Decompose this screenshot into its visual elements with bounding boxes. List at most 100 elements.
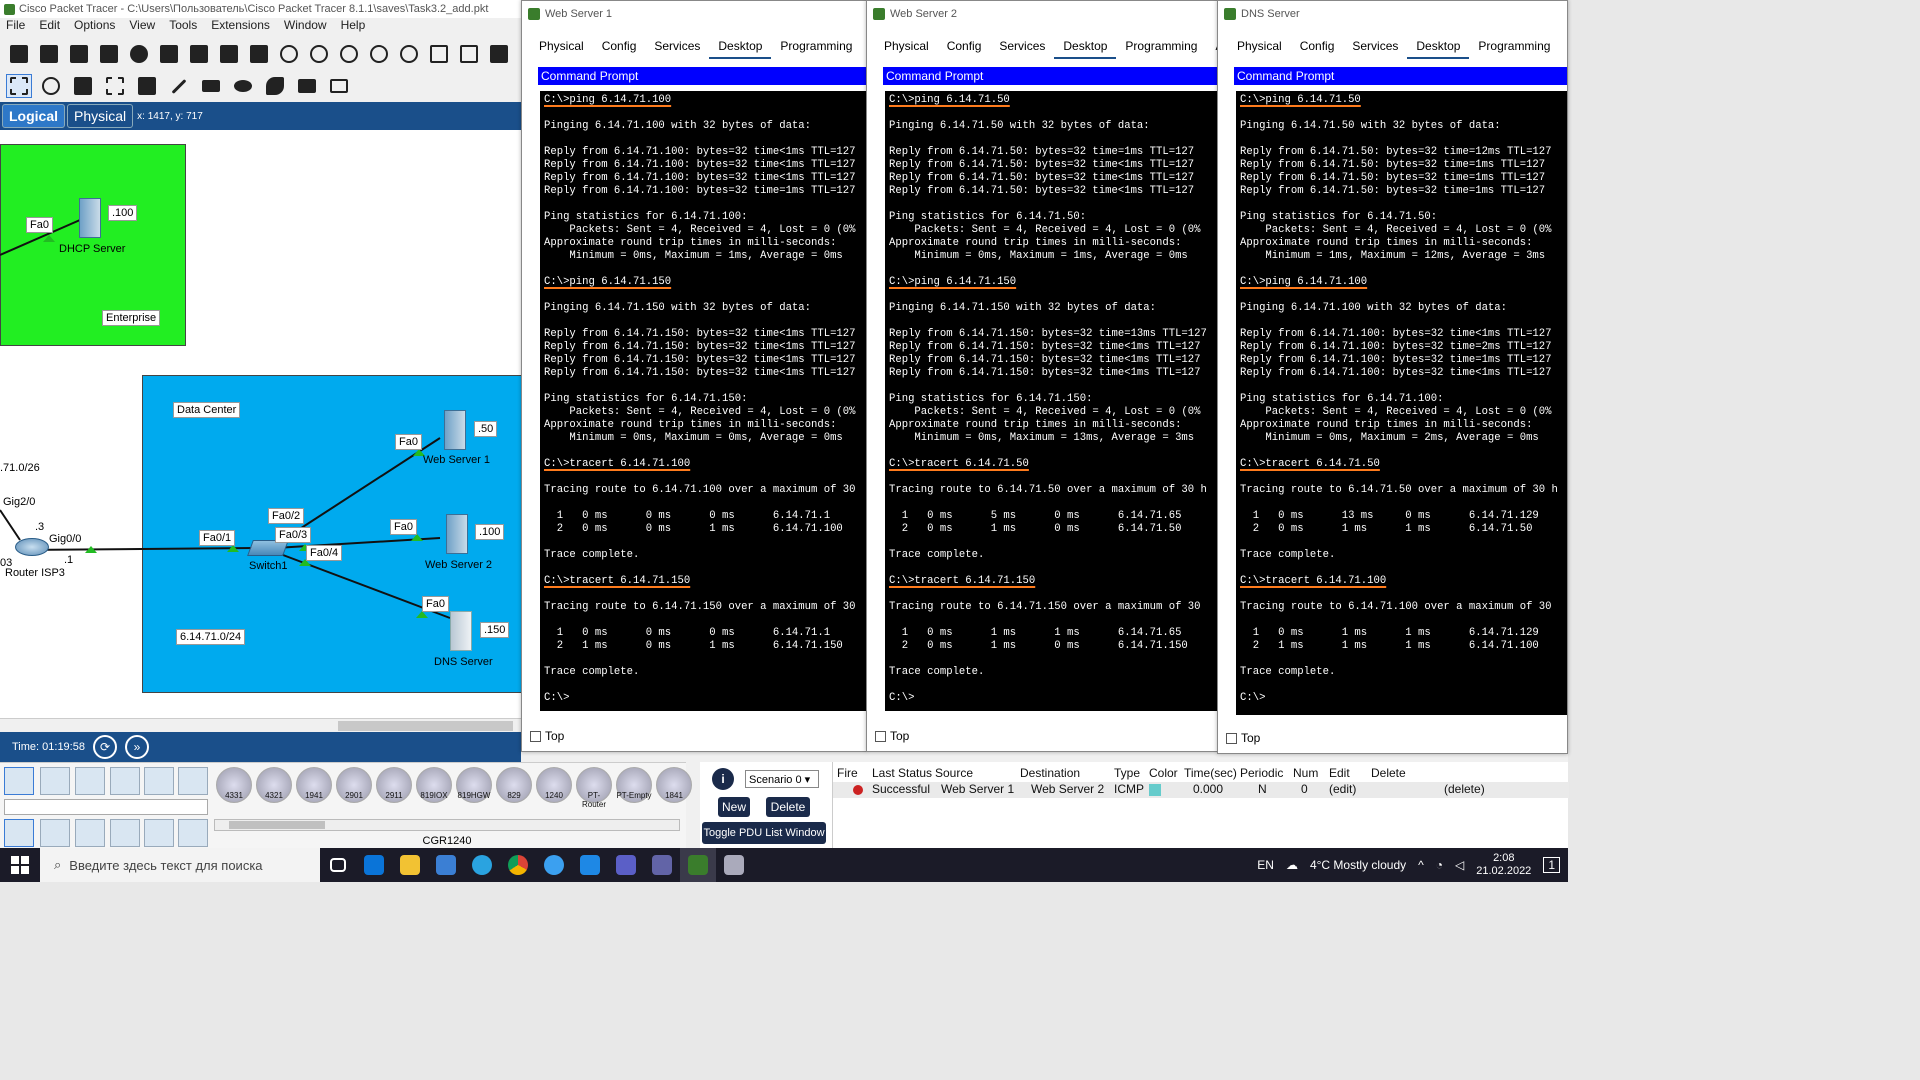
inspect-icon[interactable]	[38, 74, 64, 98]
note-icon[interactable]	[134, 74, 160, 98]
dhcp-server-icon[interactable]	[79, 198, 101, 238]
clock[interactable]: 2:08 21.02.2022	[1476, 852, 1531, 878]
terminal-output[interactable]: C:\>ping 6.14.71.100 Pinging 6.14.71.100 …	[540, 91, 866, 711]
windows-start-icon[interactable]	[0, 848, 40, 882]
scenario-select[interactable]: Scenario 0 ▾	[745, 770, 819, 788]
top-checkbox[interactable]: Top	[875, 729, 909, 743]
terminal-output[interactable]: C:\>ping 6.14.71.50 Pinging 6.14.71.50 wi…	[885, 91, 1217, 711]
task-view-icon[interactable]	[320, 848, 356, 882]
category-end-devices-icon[interactable]	[40, 767, 70, 795]
network-wizard-icon[interactable]	[156, 42, 182, 66]
undo-icon[interactable]	[276, 42, 302, 66]
ellipse-icon[interactable]	[230, 74, 256, 98]
language-indicator[interactable]: EN	[1257, 858, 1274, 872]
delete-icon[interactable]	[70, 74, 96, 98]
telegram-icon[interactable]	[464, 848, 500, 882]
terminal-output[interactable]: C:\>ping 6.14.71.50 Pinging 6.14.71.50 wi…	[1236, 91, 1567, 715]
new-scenario-button[interactable]: New	[718, 797, 750, 817]
tab-physical[interactable]: Physical	[67, 104, 134, 128]
network-icon[interactable]: ◔	[1436, 858, 1443, 872]
menu-view[interactable]: View	[129, 18, 155, 36]
teams-alt-icon[interactable]	[644, 848, 680, 882]
viewport-icon[interactable]	[486, 42, 512, 66]
tab-attributes[interactable]: Attri	[1559, 37, 1567, 59]
logical-workspace[interactable]: Enterprise Data Center 6.14.71.0/24 .71.…	[0, 130, 521, 718]
rectangle-icon[interactable]	[198, 74, 224, 98]
tab-services[interactable]: Services	[645, 37, 709, 59]
subcat-switches-icon[interactable]	[40, 819, 70, 847]
tab-config[interactable]: Config	[593, 37, 646, 59]
menu-file[interactable]: File	[6, 18, 25, 36]
taskbar-search[interactable]: ⌕ Введите здесь текст для поиска	[40, 848, 320, 882]
tab-logical[interactable]: Logical	[2, 104, 66, 128]
category-misc-icon[interactable]	[144, 767, 174, 795]
chrome-icon[interactable]	[500, 848, 536, 882]
new-file-icon[interactable]	[6, 42, 32, 66]
menu-extensions[interactable]: Extensions	[211, 18, 270, 36]
fast-forward-icon[interactable]: »	[124, 735, 149, 759]
delete-scenario-button[interactable]: Delete	[766, 797, 810, 817]
select-icon[interactable]	[6, 74, 32, 98]
subcat-wan-icon[interactable]	[178, 819, 208, 847]
tab-programming[interactable]: Programming	[1116, 37, 1206, 59]
subcat-hubs-icon[interactable]	[75, 819, 105, 847]
open-folder-icon[interactable]	[36, 42, 62, 66]
category-multiuser-icon[interactable]	[178, 767, 208, 795]
category-network-devices-icon[interactable]	[4, 767, 34, 795]
web-server-1-icon[interactable]	[444, 410, 466, 450]
resize-icon[interactable]	[102, 74, 128, 98]
chevron-up-icon[interactable]: ^	[1418, 858, 1424, 872]
power-cycle-icon[interactable]: ⟳	[92, 735, 117, 759]
model-scrollbar[interactable]	[214, 819, 680, 831]
print-icon[interactable]	[96, 42, 122, 66]
checkbox-box[interactable]	[530, 730, 541, 742]
drawing-palette-icon[interactable]	[426, 42, 452, 66]
category-connections-icon[interactable]	[110, 767, 140, 795]
tab-physical[interactable]: Physical	[875, 37, 938, 59]
tab-config[interactable]: Config	[938, 37, 991, 59]
top-checkbox[interactable]: Top	[530, 729, 564, 743]
store-icon[interactable]	[428, 848, 464, 882]
menu-tools[interactable]: Tools	[169, 18, 197, 36]
tab-physical[interactable]: Physical	[530, 37, 593, 59]
copy-icon[interactable]	[216, 42, 242, 66]
tab-programming[interactable]: Programming	[1469, 37, 1559, 59]
subcat-security-icon[interactable]	[144, 819, 174, 847]
zoom-out-icon[interactable]	[396, 42, 422, 66]
volume-icon[interactable]: ◁	[1455, 858, 1464, 872]
checkbox-box[interactable]	[875, 730, 886, 742]
info-icon[interactable]: i	[712, 768, 734, 790]
web-server-2-icon[interactable]	[446, 514, 468, 554]
activity-wizard-icon[interactable]	[186, 42, 212, 66]
pdu-edit-link[interactable]: (edit)	[1329, 782, 1356, 796]
freeform-icon[interactable]	[262, 74, 288, 98]
zoom-reset-icon[interactable]	[366, 42, 392, 66]
custom-devices-icon[interactable]	[456, 42, 482, 66]
tab-desktop[interactable]: Desktop	[1407, 37, 1470, 59]
complex-pdu-icon[interactable]	[326, 74, 352, 98]
redo-icon[interactable]	[306, 42, 332, 66]
simple-pdu-icon[interactable]	[294, 74, 320, 98]
tab-desktop[interactable]: Desktop	[1054, 37, 1117, 59]
tab-physical[interactable]: Physical	[1228, 37, 1291, 59]
tab-services[interactable]: Services	[990, 37, 1054, 59]
zoom-in-icon[interactable]	[336, 42, 362, 66]
line-icon[interactable]	[166, 74, 192, 98]
tab-programming[interactable]: Programming	[771, 37, 861, 59]
notification-icon[interactable]: 1	[1543, 857, 1560, 873]
scroll-thumb[interactable]	[338, 721, 513, 731]
top-checkbox[interactable]: Top	[1226, 731, 1260, 745]
checkbox-box[interactable]	[1226, 732, 1237, 744]
save-icon[interactable]	[66, 42, 92, 66]
subcat-wireless-icon[interactable]	[110, 819, 140, 847]
menu-edit[interactable]: Edit	[39, 18, 60, 36]
subcat-routers-icon[interactable]	[4, 819, 34, 847]
cloud-app-icon[interactable]	[536, 848, 572, 882]
vscode-icon[interactable]	[572, 848, 608, 882]
workspace-scrollbar[interactable]	[0, 718, 521, 732]
app-taskbar-icon[interactable]	[716, 848, 752, 882]
fire-icon[interactable]	[853, 785, 863, 795]
dns-server-icon[interactable]	[450, 611, 472, 651]
info-icon[interactable]	[126, 42, 152, 66]
router-icon[interactable]	[15, 538, 49, 556]
